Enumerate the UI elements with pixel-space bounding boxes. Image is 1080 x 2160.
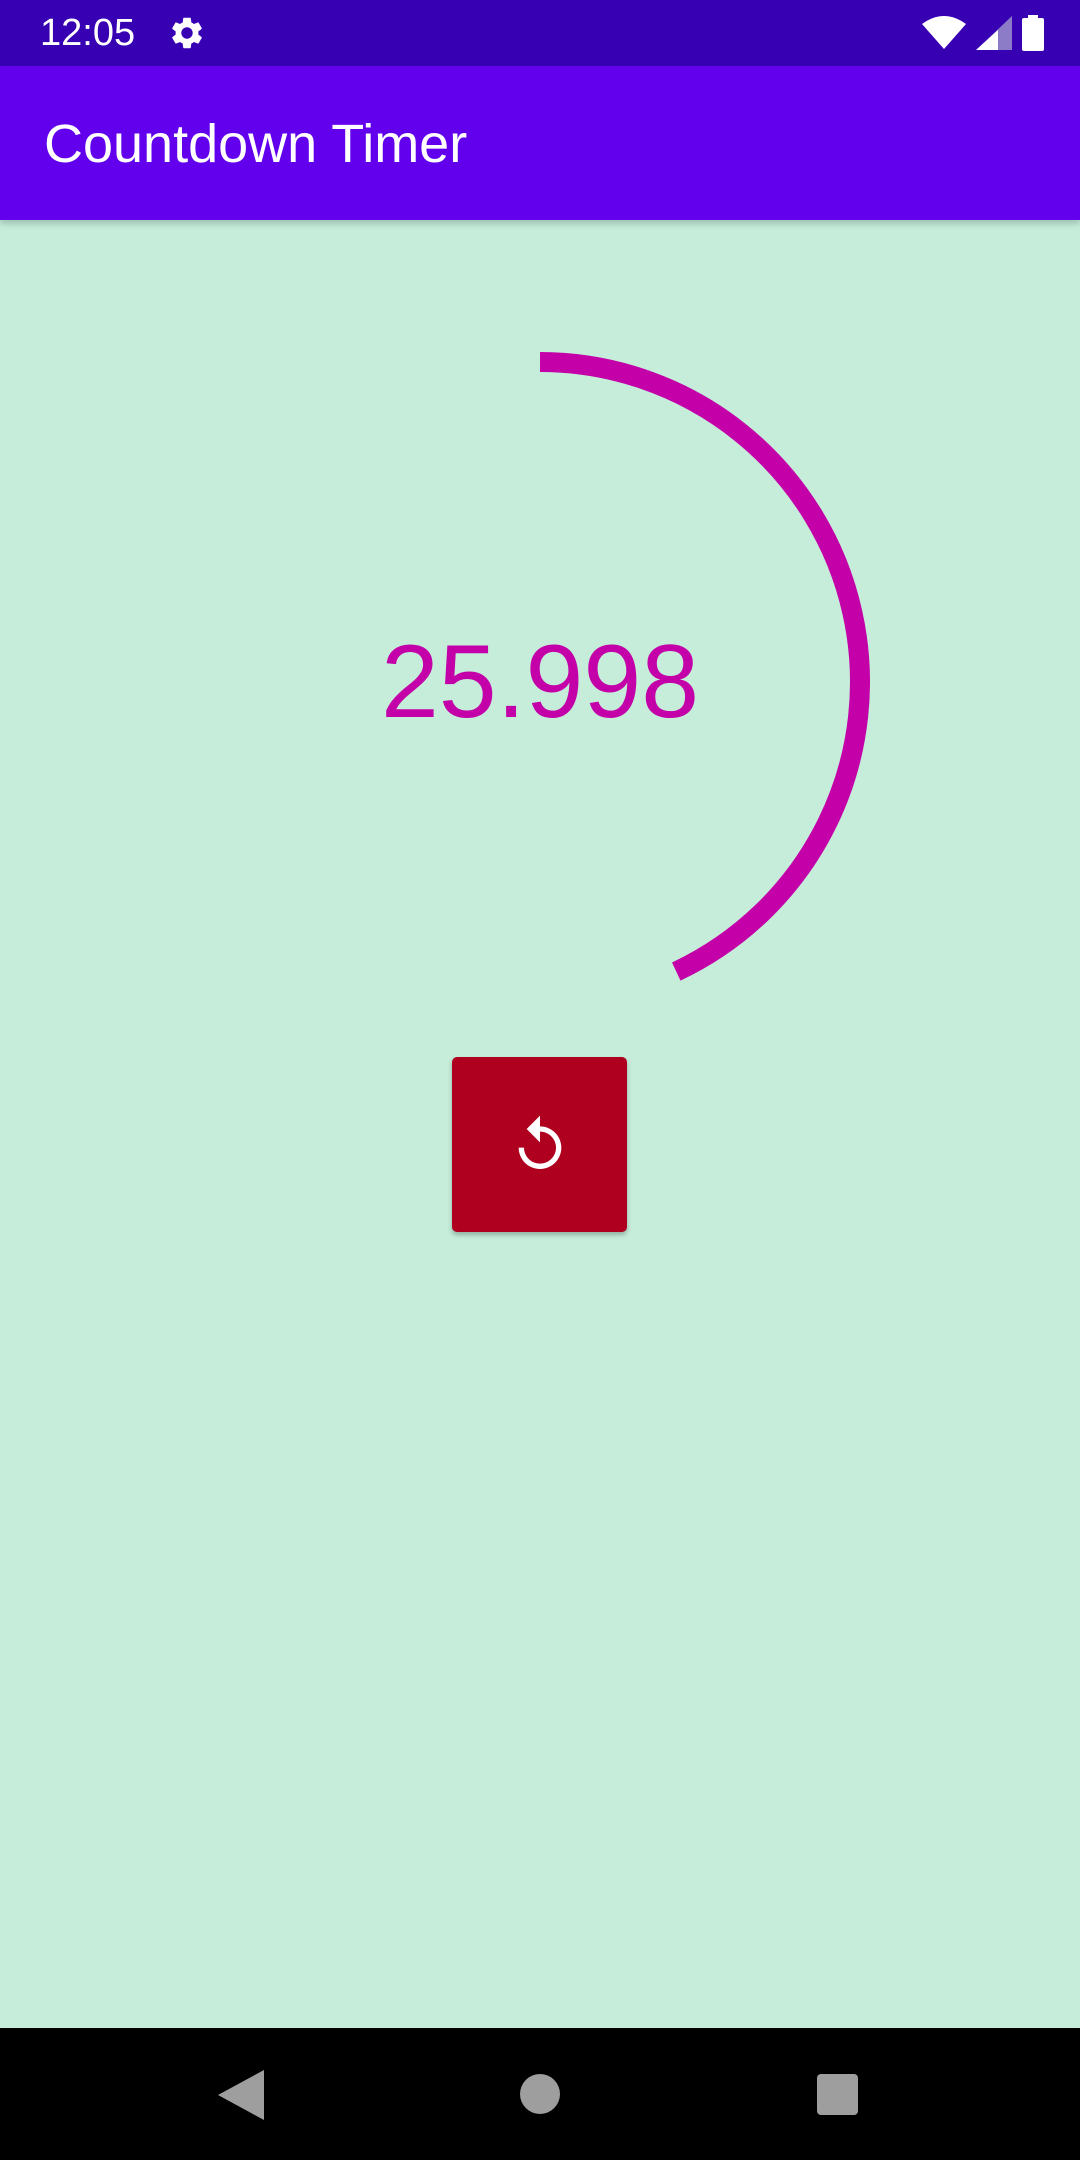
countdown-timer: 25.998: [210, 352, 870, 1012]
app-title: Countdown Timer: [44, 114, 468, 174]
back-icon[interactable]: [218, 2070, 264, 2120]
gear-icon: [172, 17, 202, 49]
status-bar: 12:05: [0, 0, 1080, 66]
app-bar: Countdown Timer: [0, 66, 1080, 220]
replay-icon: [518, 1115, 561, 1169]
signal-icon: [976, 16, 1012, 50]
reset-button[interactable]: [452, 1057, 627, 1232]
timer-value: 25.998: [380, 623, 700, 740]
wifi-icon: [922, 16, 966, 49]
navigation-bar: [0, 2028, 1080, 2160]
status-icons: [922, 14, 1044, 52]
app-screen: 12:05 Countdown Timer 25.998: [0, 0, 1080, 2160]
battery-icon: [1022, 15, 1044, 51]
recents-icon[interactable]: [817, 2074, 858, 2115]
status-time: 12:05: [40, 12, 136, 54]
home-icon[interactable]: [520, 2074, 560, 2114]
